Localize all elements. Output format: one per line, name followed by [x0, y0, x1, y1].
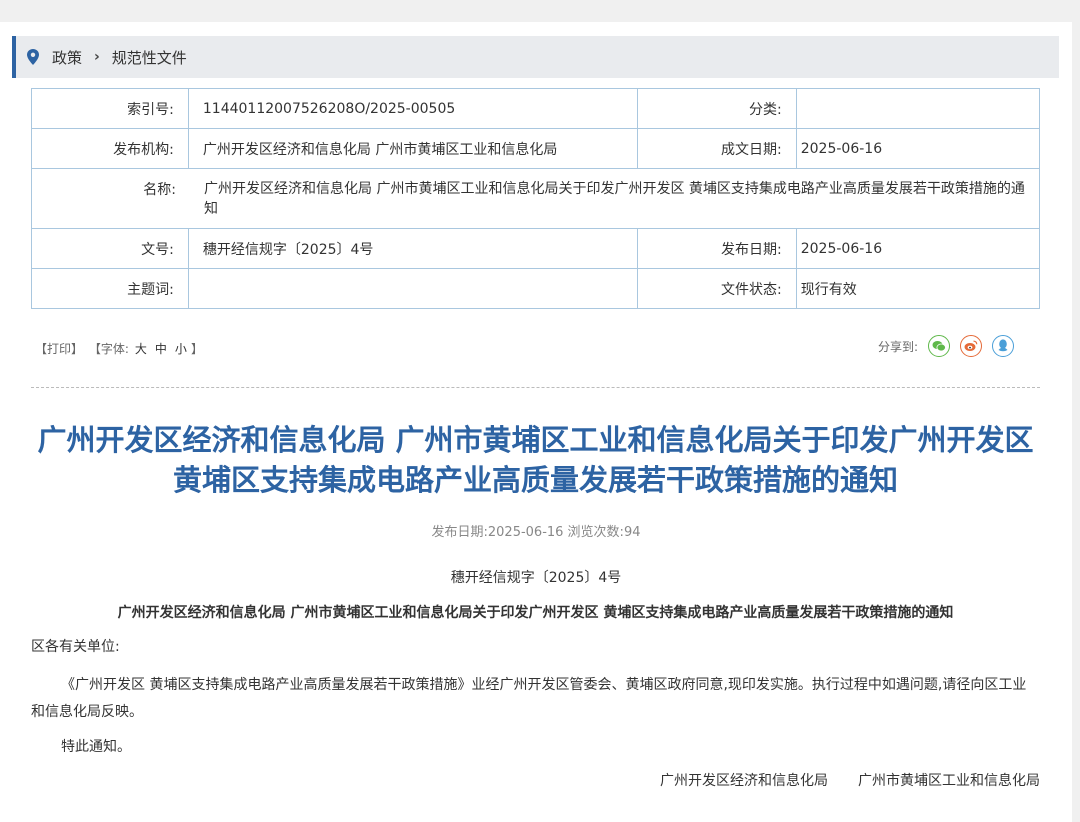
- signature-block: 广州开发区经济和信息化局 广州市黄埔区工业和信息化局: [600, 770, 1040, 790]
- breadcrumb-separator: ›: [94, 49, 100, 65]
- weibo-icon[interactable]: [960, 335, 983, 357]
- font-small-link[interactable]: 小: [175, 342, 187, 356]
- font-size-prefix: 【字体:: [88, 342, 129, 356]
- qq-icon[interactable]: [992, 335, 1015, 357]
- share-label: 分享到:: [878, 339, 919, 354]
- breadcrumb-item-policy[interactable]: 政策: [52, 47, 82, 68]
- breadcrumb: 政策 › 规范性文件: [12, 36, 1059, 78]
- publisher-value: 广州开发区经济和信息化局 广州市黄埔区工业和信息化局: [187, 128, 638, 169]
- pub-date-label: 发布日期:: [636, 228, 797, 269]
- written-date-label: 成文日期:: [636, 128, 797, 169]
- font-medium-link[interactable]: 中: [155, 342, 167, 356]
- index-label: 索引号:: [31, 88, 189, 129]
- status-value: 现行有效: [795, 268, 1041, 309]
- font-size-suffix: 】: [190, 342, 203, 356]
- document-meta-table: 索引号: 11440112007526208O/2025-00505 分类: 发…: [31, 88, 1041, 309]
- publisher-label: 发布机构:: [31, 128, 189, 169]
- publish-info: 发布日期:2025-06-16 浏览次数:94: [431, 525, 641, 540]
- document-number: 穗开经信规字〔2025〕4号: [450, 570, 622, 586]
- closing-notice: 特此通知。: [61, 739, 131, 755]
- print-link[interactable]: 【打印】: [35, 342, 83, 356]
- breadcrumb-item-normative-docs[interactable]: 规范性文件: [112, 47, 187, 68]
- article-title: 广州开发区经济和信息化局 广州市黄埔区工业和信息化局关于印发广州开发区 黄埔区支…: [37, 423, 1034, 497]
- keywords-label: 主题词:: [31, 268, 189, 309]
- signature-org-1: 广州开发区经济和信息化局: [660, 773, 828, 789]
- addressee: 区各有关单位:: [31, 639, 120, 655]
- doc-no-value: 穗开经信规字〔2025〕4号: [187, 228, 638, 269]
- name-row: 名称: 广州开发区经济和信息化局 广州市黄埔区工业和信息化局关于印发广州开发区 …: [31, 168, 1040, 229]
- name-value: 广州开发区经济和信息化局 广州市黄埔区工业和信息化局关于印发广州开发区 黄埔区支…: [204, 180, 1025, 217]
- status-label: 文件状态:: [636, 268, 797, 309]
- font-large-link[interactable]: 大: [135, 342, 147, 356]
- pub-date-value: 2025-06-16: [795, 228, 1041, 269]
- location-pin-icon: [27, 49, 39, 65]
- doc-no-label: 文号:: [31, 228, 189, 269]
- tools-row: 【打印】 【字体: 大中小】: [35, 340, 205, 357]
- written-date-value: 2025-06-16: [795, 128, 1041, 169]
- category-value: [795, 88, 1041, 129]
- share-bar: 分享到:: [878, 335, 1015, 357]
- signature-org-2: 广州市黄埔区工业和信息化局: [858, 773, 1040, 789]
- article-subheading: 广州开发区经济和信息化局 广州市黄埔区工业和信息化局关于印发广州开发区 黄埔区支…: [117, 605, 954, 621]
- keywords-value: [187, 268, 638, 309]
- name-label: 名称:: [143, 181, 176, 198]
- index-value: 11440112007526208O/2025-00505: [187, 88, 638, 129]
- divider: [31, 387, 1040, 388]
- category-label: 分类:: [636, 88, 797, 129]
- body-paragraph: 《广州开发区 黄埔区支持集成电路产业高质量发展若干政策措施》业经广州开发区管委会…: [31, 677, 1027, 720]
- wechat-icon[interactable]: [928, 335, 951, 357]
- page: 政策 › 规范性文件 索引号: 11440112007526208O/2025-…: [0, 22, 1072, 822]
